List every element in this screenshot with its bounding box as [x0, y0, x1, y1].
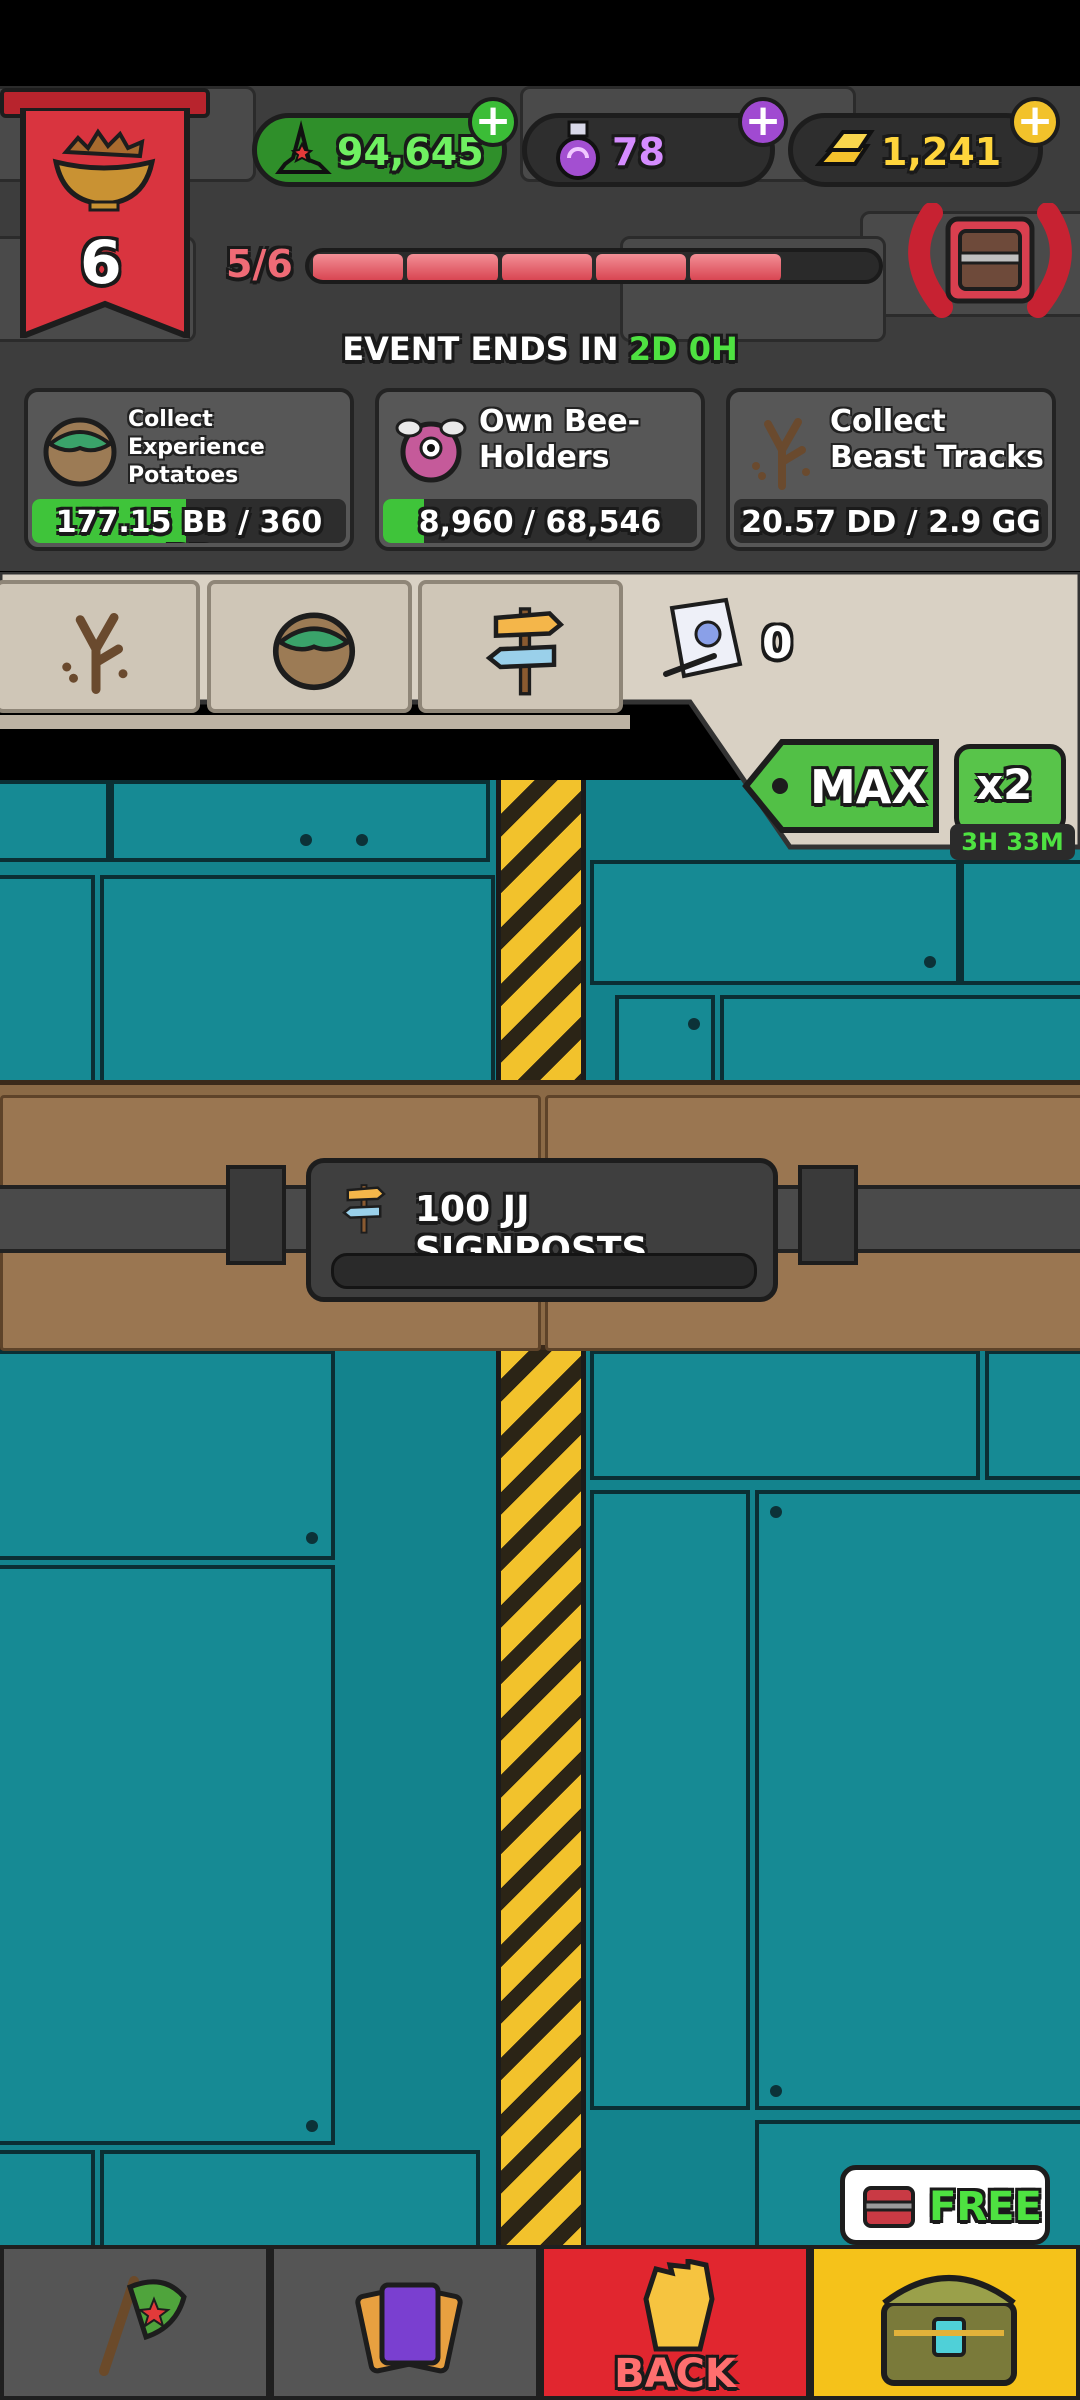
beast-tracks-icon	[62, 613, 128, 694]
nav-chest-button[interactable]	[810, 2245, 1080, 2400]
quest-title: Own Bee-Holders	[479, 404, 641, 475]
beeholder-icon	[395, 418, 467, 483]
chest-reward-icon	[908, 202, 1072, 318]
level-progress-text: 5/6	[226, 242, 293, 286]
map-scroll-count: 0	[762, 618, 793, 669]
event-timer: EVENT ENDS IN 2D 0H	[0, 330, 1080, 368]
quest-title: Collect Beast Tracks	[830, 404, 1044, 475]
free-offer-button[interactable]: FREE	[840, 2165, 1050, 2245]
purple-currency-value: 78	[612, 130, 665, 174]
quest-progress-bar: 20.57 DD / 2.9 GG	[734, 499, 1048, 543]
signpost-icon	[341, 1184, 386, 1234]
green-currency-value: 94,645	[337, 130, 484, 174]
wizard-hat-icon	[275, 120, 332, 174]
fist-icon	[643, 2259, 715, 2352]
back-label: BACK	[614, 2351, 736, 2397]
quest-progress-bar: 177.15 BB / 360 BB	[32, 499, 346, 543]
tab-map-scroll[interactable]: 0	[630, 580, 1080, 713]
chest-icon	[863, 2186, 915, 2228]
level-progress-segment	[690, 254, 781, 280]
quest-progress-bar: 8,960 / 68,546	[383, 499, 697, 543]
generator-progress-bar	[331, 1253, 757, 1289]
add-green-button[interactable]: +	[468, 97, 518, 147]
generator-plate[interactable]: 100 JJ SIGNPOSTS	[306, 1158, 778, 1302]
quest-progress-value: 8,960 / 68,546	[418, 505, 662, 540]
level-reward-chest[interactable]	[902, 202, 1078, 318]
free-label: FREE	[929, 2184, 1042, 2230]
nav-cards-button[interactable]	[270, 2245, 540, 2400]
tab-signposts[interactable]	[418, 580, 623, 713]
event-time: 2D 0H	[628, 330, 738, 368]
boost-label: x2	[976, 760, 1033, 809]
level-banner[interactable]: 6	[0, 88, 210, 338]
purple-currency[interactable]: 78	[522, 113, 775, 187]
level-progress-bar	[305, 248, 883, 284]
rope	[496, 1345, 586, 2245]
tab-potatoes[interactable]	[207, 580, 412, 713]
level-progress-segment	[407, 254, 498, 280]
add-gold-button[interactable]: +	[1010, 97, 1060, 147]
tab-beast-tracks[interactable]	[0, 580, 200, 713]
map-scroll-icon	[663, 597, 743, 679]
gold-currency-value: 1,241	[881, 130, 1002, 174]
cards-icon	[355, 2282, 463, 2374]
quest-progress-value: 20.57 DD / 2.9 GG	[741, 505, 1041, 540]
add-purple-button[interactable]: +	[738, 97, 788, 147]
boost-timer: 3H 33M	[961, 828, 1064, 856]
beast-tracks-icon	[752, 418, 810, 490]
potato-icon	[43, 417, 117, 487]
max-button[interactable]: MAX	[742, 736, 942, 836]
quest-card-beast-tracks[interactable]: Collect Beast Tracks 20.57 DD / 2.9 GG	[726, 388, 1056, 551]
level-progress-segment	[596, 254, 687, 280]
potato-icon	[272, 612, 356, 691]
quest-card-beeholders[interactable]: Own Bee-Holders 8,960 / 68,546	[375, 388, 705, 551]
x2-boost-button[interactable]: x2 3H 33M	[950, 740, 1075, 860]
treasure-chest-icon	[881, 2275, 1017, 2386]
event-label: EVENT ENDS IN	[342, 330, 619, 368]
flag-icon	[99, 2276, 187, 2376]
potion-icon	[556, 120, 600, 180]
signpost-icon	[485, 607, 565, 696]
quest-card-potatoes[interactable]: Collect Experience Potatoes 177.15 BB / …	[24, 388, 354, 551]
quest-title: Collect Experience Potatoes	[128, 407, 265, 488]
nav-back-button[interactable]: BACK	[540, 2245, 810, 2400]
bowl-of-food-icon	[52, 128, 156, 212]
level-progress-segment	[313, 254, 404, 280]
gold-bars-icon	[815, 130, 875, 166]
max-label: MAX	[810, 760, 927, 814]
quest-progress-value: 177.15 BB / 360 BB	[55, 505, 323, 543]
level-progress-segment	[501, 254, 592, 280]
level-number: 6	[80, 228, 122, 298]
nav-flag-button[interactable]	[0, 2245, 270, 2400]
gold-currency[interactable]: 1,241	[788, 113, 1043, 187]
